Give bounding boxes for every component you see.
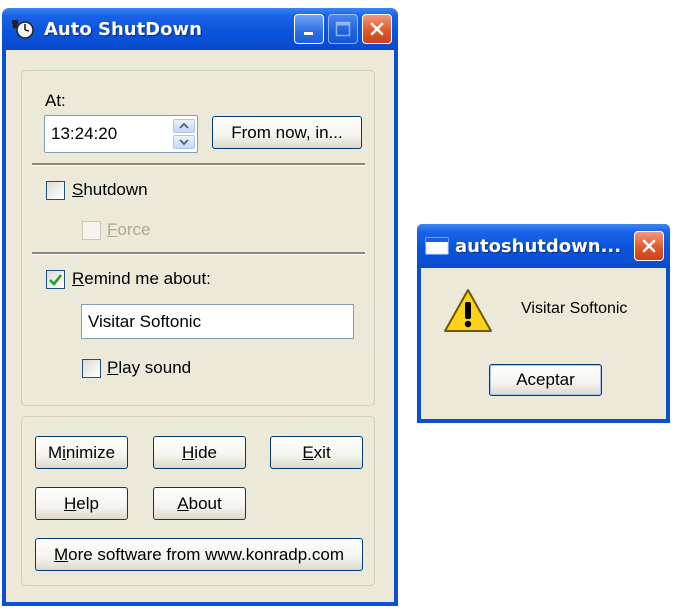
close-icon xyxy=(642,239,656,253)
remind-label[interactable]: Remind me about: xyxy=(72,269,211,289)
separator-2 xyxy=(32,252,365,255)
minimize-window-button[interactable] xyxy=(294,14,324,44)
shutdown-label[interactable]: Shutdown xyxy=(72,180,148,200)
time-spinner[interactable] xyxy=(173,118,195,150)
hide-button[interactable]: Hide xyxy=(153,436,246,469)
play-sound-label[interactable]: Play sound xyxy=(107,358,191,378)
exit-button[interactable]: Exit xyxy=(270,436,363,469)
warning-icon xyxy=(443,288,493,339)
dialog-window-icon xyxy=(425,236,449,256)
window-client-area: At: 13:24:20 From now, in... Shutdown Fo… xyxy=(6,50,394,602)
dialog-title-bar[interactable]: autoshutdown... xyxy=(417,224,670,268)
maximize-window-button[interactable] xyxy=(328,14,358,44)
dialog-message: Visitar Softonic xyxy=(521,300,628,317)
title-bar[interactable]: Auto ShutDown xyxy=(2,8,398,50)
close-icon xyxy=(370,22,384,36)
from-now-button[interactable]: From now, in... xyxy=(212,116,362,149)
minimize-button[interactable]: Mi nimize xyxy=(35,436,128,469)
remind-text-value: Visitar Softonic xyxy=(88,311,202,331)
chevron-up-icon xyxy=(179,123,189,129)
shutdown-checkbox[interactable] xyxy=(46,181,65,200)
force-label: Force xyxy=(107,220,151,239)
more-software-button[interactable]: More software from www.konradp.com xyxy=(35,538,363,571)
help-button[interactable]: Help xyxy=(35,487,128,520)
remind-text-input[interactable]: Visitar Softonic xyxy=(81,304,354,339)
spin-down-button[interactable] xyxy=(173,135,195,149)
message-dialog: autoshutdown... Visitar Softonic Aceptar xyxy=(417,224,670,423)
time-value: 13:24:20 xyxy=(51,124,118,143)
about-button[interactable]: About xyxy=(153,487,246,520)
chevron-down-icon xyxy=(179,139,189,145)
spin-up-button[interactable] xyxy=(173,119,195,133)
dialog-title: autoshutdown... xyxy=(455,235,622,257)
separator-1 xyxy=(32,163,365,166)
dialog-client-area: Visitar Softonic Aceptar xyxy=(421,268,666,419)
remind-checkbox[interactable] xyxy=(46,270,65,289)
window-title: Auto ShutDown xyxy=(44,18,202,40)
auto-shutdown-window: Auto ShutDown At: 13:24:20 From now, in.… xyxy=(2,8,398,606)
maximize-icon xyxy=(335,21,351,37)
minimize-icon xyxy=(304,32,313,35)
play-sound-checkbox[interactable] xyxy=(82,359,101,378)
at-label: At: xyxy=(45,91,66,110)
force-checkbox[interactable] xyxy=(82,221,101,240)
aceptar-button[interactable]: Aceptar xyxy=(489,364,602,396)
checkmark-icon xyxy=(49,273,63,286)
close-window-button[interactable] xyxy=(362,14,392,44)
from-now-button-label: From now, in... xyxy=(231,122,343,142)
app-icon xyxy=(10,18,36,40)
dialog-close-button[interactable] xyxy=(634,231,664,261)
aceptar-button-label: Aceptar xyxy=(516,370,575,389)
